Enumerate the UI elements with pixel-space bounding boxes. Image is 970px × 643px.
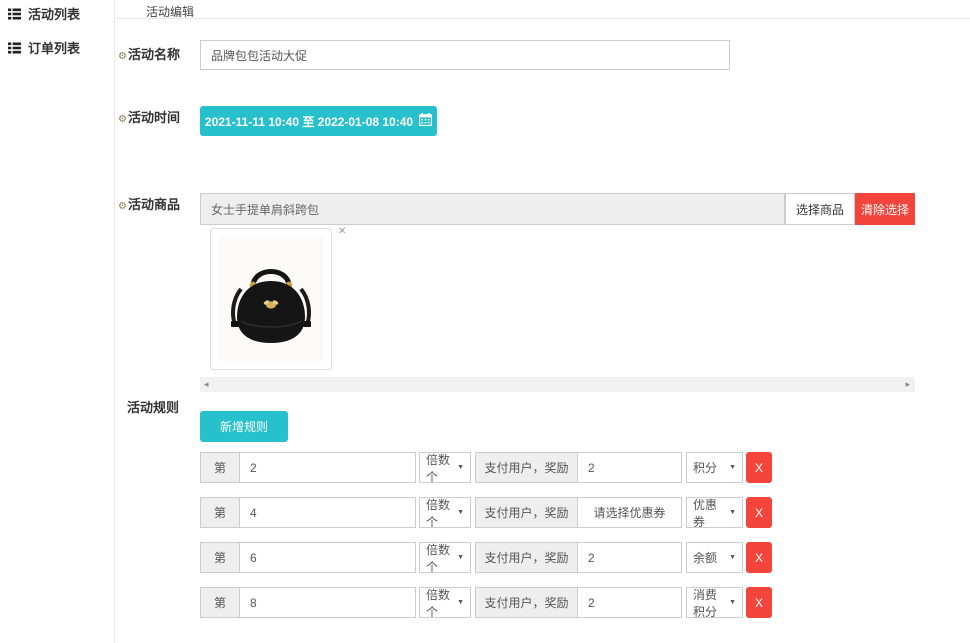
sidebar-item-label: 订单列表 [28, 38, 80, 57]
gear-icon: ⚙ [118, 114, 127, 125]
sidebar-item-activity-list[interactable]: 活动列表 [8, 4, 80, 23]
sidebar: 活动列表 订单列表 [0, 0, 115, 643]
delete-rule-button[interactable]: X [746, 452, 772, 483]
delete-rule-button[interactable]: X [746, 497, 772, 528]
rule-unit-select[interactable]: 倍数个▼ [419, 587, 471, 618]
rule-count-input[interactable] [239, 542, 416, 573]
selected-goods-field: 女士手提单肩斜跨包 [200, 193, 785, 225]
chevron-down-icon: ▼ [729, 599, 736, 606]
rule-prefix-addon: 第 [200, 542, 240, 573]
thumbnails-horizontal-scrollbar[interactable]: ◂ ▸ [200, 377, 915, 392]
delete-rule-button[interactable]: X [746, 587, 772, 618]
rule-unit-select[interactable]: 倍数个▼ [419, 452, 471, 483]
add-rule-button[interactable]: 新增规则 [200, 411, 288, 442]
rule-middle-addon: 支付用户，奖励 [475, 452, 578, 483]
rule-row: 第 倍数个▼ 支付用户，奖励 积分▼ X [200, 452, 772, 483]
calendar-icon [419, 113, 432, 129]
rule-unit-select[interactable]: 倍数个▼ [419, 542, 471, 573]
clear-selection-button[interactable]: 清除选择 [855, 193, 915, 225]
rule-count-input[interactable] [239, 452, 416, 483]
chevron-down-icon: ▼ [729, 509, 736, 516]
date-range-picker-button[interactable]: 2021-11-11 10:40 至 2022-01-08 10:40 [200, 106, 437, 136]
list-icon [8, 42, 21, 54]
rule-reward-type-select[interactable]: 积分▼ [686, 452, 743, 483]
tab-activity-edit[interactable]: 活动编辑 [146, 3, 194, 20]
rule-middle-addon: 支付用户，奖励 [475, 587, 578, 618]
sidebar-item-order-list[interactable]: 订单列表 [8, 38, 80, 57]
rule-prefix-addon: 第 [200, 497, 240, 528]
delete-rule-button[interactable]: X [746, 542, 772, 573]
select-goods-button[interactable]: 选择商品 [785, 193, 855, 225]
chevron-down-icon: ▼ [457, 509, 464, 516]
scroll-left-icon[interactable]: ◂ [204, 378, 209, 391]
field-label-activity-rules: 活动规则 [127, 397, 179, 416]
rule-row: 第 倍数个▼ 支付用户，奖励 余额▼ X [200, 542, 772, 573]
rule-unit-select[interactable]: 倍数个▼ [419, 497, 471, 528]
rule-reward-type-select[interactable]: 余额▼ [686, 542, 743, 573]
activity-edit-page: 活动列表 订单列表 活动编辑 ⚙活动名称 ⚙活动时间 2021-11-11 10… [0, 0, 970, 643]
gear-icon: ⚙ [118, 51, 127, 62]
rule-reward-type-select[interactable]: 优惠券▼ [686, 497, 743, 528]
tab-bar: 活动编辑 [116, 0, 970, 19]
chevron-down-icon: ▼ [729, 554, 736, 561]
rule-reward-type-select[interactable]: 消费积分▼ [686, 587, 743, 618]
rule-middle-addon: 支付用户，奖励 [475, 542, 578, 573]
scroll-right-icon[interactable]: ▸ [905, 378, 910, 391]
list-icon [8, 8, 21, 20]
product-thumbnail [210, 228, 332, 370]
field-label-activity-name: ⚙活动名称 [118, 44, 180, 63]
choose-coupon-button[interactable]: 请选择优惠券 [577, 497, 682, 528]
chevron-down-icon: ▼ [729, 464, 736, 471]
rule-count-input[interactable] [239, 587, 416, 618]
rule-row: 第 倍数个▼ 支付用户，奖励 请选择优惠券 优惠券▼ X [200, 497, 772, 528]
chevron-down-icon: ▼ [457, 554, 464, 561]
handbag-image [219, 237, 323, 361]
activity-name-input[interactable] [200, 40, 730, 70]
rule-row: 第 倍数个▼ 支付用户，奖励 消费积分▼ X [200, 587, 772, 618]
gear-icon: ⚙ [118, 201, 127, 212]
rule-count-input[interactable] [239, 497, 416, 528]
rule-middle-addon: 支付用户，奖励 [475, 497, 578, 528]
chevron-down-icon: ▼ [457, 599, 464, 606]
rule-prefix-addon: 第 [200, 587, 240, 618]
rule-reward-input[interactable] [577, 587, 682, 618]
field-label-activity-time: ⚙活动时间 [118, 107, 180, 126]
field-label-activity-goods: ⚙活动商品 [118, 194, 180, 213]
rule-reward-input[interactable] [577, 452, 682, 483]
rule-reward-input[interactable] [577, 542, 682, 573]
date-range-text: 2021-11-11 10:40 至 2022-01-08 10:40 [205, 113, 413, 130]
chevron-down-icon: ▼ [457, 464, 464, 471]
remove-thumbnail-icon[interactable]: ✕ [338, 227, 346, 237]
rule-prefix-addon: 第 [200, 452, 240, 483]
sidebar-item-label: 活动列表 [28, 4, 80, 23]
